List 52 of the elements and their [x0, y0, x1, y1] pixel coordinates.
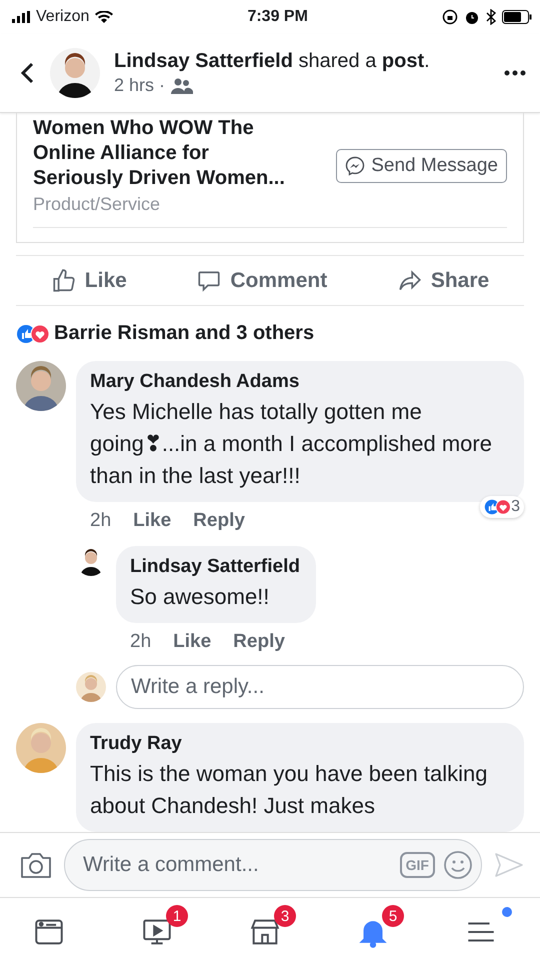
- notification-badge: 3: [274, 905, 296, 927]
- like-button[interactable]: Like: [44, 266, 133, 294]
- commenter-avatar: [16, 723, 66, 773]
- commenter-name[interactable]: Lindsay Satterfield: [130, 556, 300, 578]
- comment-time: 2h: [130, 631, 152, 653]
- comment-text: So awesome!!: [130, 583, 270, 611]
- post-time: 2 hrs ·: [114, 75, 166, 96]
- friends-icon: [171, 78, 194, 94]
- comment-time: 2h: [90, 510, 112, 532]
- battery-icon: [502, 10, 532, 24]
- page-title: Seriously Driven Women...: [33, 167, 286, 190]
- comment-text: Yes Michelle has totally gotten me going❣...in a month I accomplished more than in the last year!!!: [90, 398, 493, 490]
- reaction-count-pill[interactable]: 3: [480, 496, 524, 518]
- wifi-icon: [95, 10, 114, 24]
- like-link[interactable]: Like: [133, 510, 172, 532]
- messenger-icon: [345, 156, 366, 176]
- thumbs-up-icon: [50, 268, 77, 294]
- notification-badge: 5: [382, 905, 404, 927]
- comment-input[interactable]: Write a comment...: [81, 852, 392, 878]
- page-category: Product/Service: [33, 194, 162, 215]
- reactions-summary[interactable]: Barrie Risman and 3 others: [54, 322, 314, 345]
- reaction-icons: [16, 324, 50, 344]
- clock-time: 7:39 PM: [247, 8, 308, 26]
- user-avatar: [76, 672, 106, 702]
- alarm-icon: [464, 9, 480, 25]
- commenter-avatar: [16, 361, 66, 411]
- reply-field[interactable]: Write a reply...: [116, 665, 524, 709]
- like-link[interactable]: Like: [173, 631, 212, 653]
- comment-button[interactable]: Comment: [190, 266, 334, 294]
- comment-text: This is the woman you have been talking about Chandesh! Just makes: [90, 760, 488, 820]
- back-icon[interactable]: [20, 61, 36, 85]
- notification-badge: 1: [166, 905, 188, 927]
- page-title: Online Alliance for: [33, 142, 210, 165]
- post-header-text: Lindsay Satterfield shared a post.: [114, 50, 431, 73]
- commenter-name[interactable]: Mary Chandesh Adams: [90, 371, 508, 393]
- commenter-name[interactable]: Trudy Ray: [90, 733, 508, 755]
- share-button[interactable]: Share: [390, 266, 496, 294]
- bell-tab[interactable]: 5: [352, 905, 404, 953]
- camera-icon[interactable]: [20, 851, 52, 879]
- emoji-icon[interactable]: [443, 850, 473, 880]
- signal-icon: [12, 11, 30, 23]
- reply-link[interactable]: Reply: [193, 510, 245, 532]
- more-icon[interactable]: [504, 70, 526, 76]
- carrier-name: Verizon: [36, 8, 90, 26]
- author-avatar: [50, 48, 100, 98]
- market-tab[interactable]: 3: [244, 905, 296, 953]
- reply-link[interactable]: Reply: [233, 631, 285, 653]
- send-message-button[interactable]: Send Message: [336, 149, 507, 183]
- bluetooth-icon: [486, 9, 496, 25]
- video-tab[interactable]: 1: [136, 905, 188, 953]
- reaction-icons: [484, 499, 512, 515]
- page-title: Women Who WOW The: [33, 117, 255, 140]
